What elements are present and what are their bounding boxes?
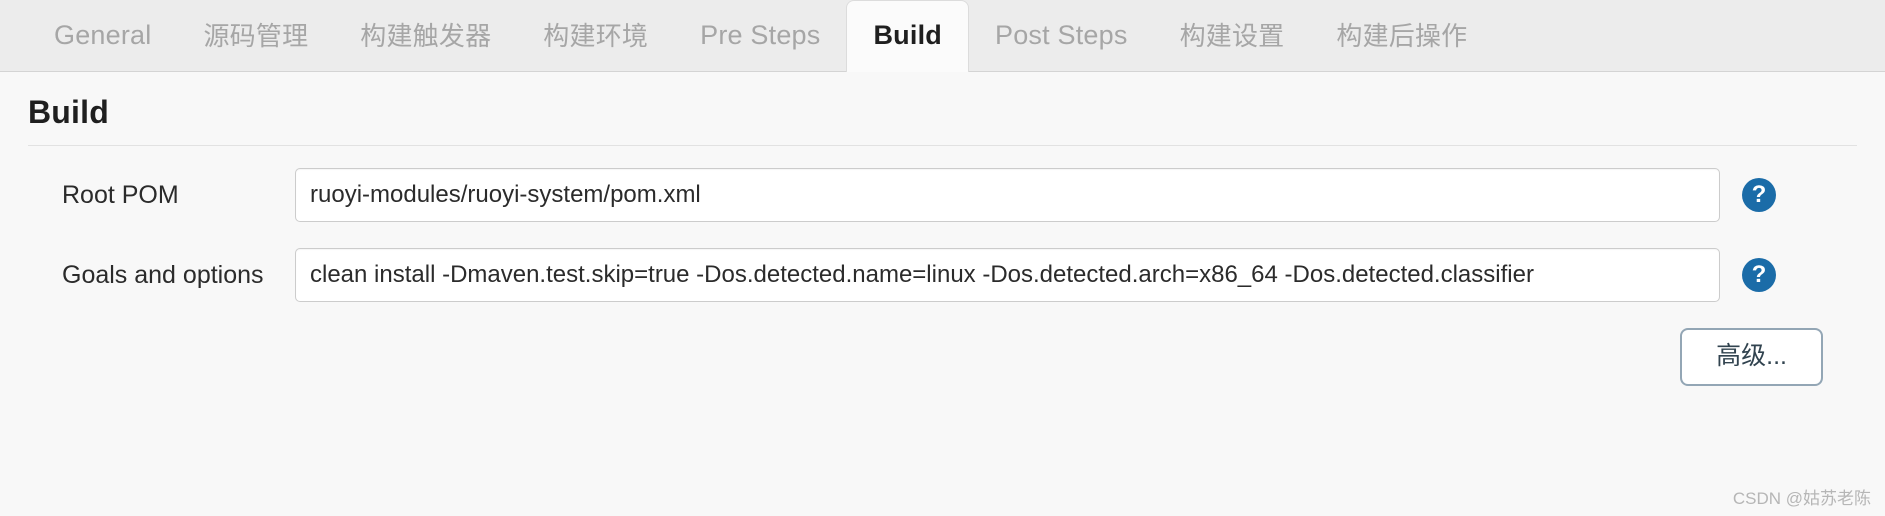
goals-and-options-row: Goals and options ?	[0, 248, 1885, 302]
form-actions: 高级...	[0, 328, 1885, 386]
advanced-button[interactable]: 高级...	[1680, 328, 1823, 386]
build-form: Root POM ? Goals and options ? 高级...	[0, 146, 1885, 386]
root-pom-row: Root POM ?	[0, 168, 1885, 222]
tab-build[interactable]: Build	[846, 0, 969, 72]
watermark: CSDN @姑苏老陈	[1732, 489, 1871, 508]
page-title: Build	[28, 94, 109, 130]
goals-and-options-field-wrap	[295, 248, 1720, 302]
goals-and-options-input[interactable]	[295, 248, 1720, 302]
help-icon[interactable]: ?	[1742, 178, 1776, 212]
root-pom-label: Root POM	[62, 180, 179, 209]
tab-post-build-actions[interactable]: 构建后操作	[1310, 23, 1493, 71]
tab-source-code-management[interactable]: 源码管理	[177, 23, 334, 71]
tab-build-triggers[interactable]: 构建触发器	[334, 23, 517, 71]
tab-build-settings[interactable]: 构建设置	[1154, 23, 1311, 71]
root-pom-input[interactable]	[295, 168, 1720, 222]
help-icon[interactable]: ?	[1742, 258, 1776, 292]
tab-build-environment[interactable]: 构建环境	[517, 23, 674, 71]
tab-pre-steps[interactable]: Pre Steps	[674, 22, 846, 71]
build-section: Build Root POM ? Goals and options ? 高级.…	[0, 72, 1885, 515]
jenkins-job-config-page: General 源码管理 构建触发器 构建环境 Pre Steps Build …	[0, 0, 1885, 516]
config-tab-bar: General 源码管理 构建触发器 构建环境 Pre Steps Build …	[0, 0, 1885, 72]
goals-and-options-label: Goals and options	[62, 260, 264, 289]
root-pom-field-wrap	[295, 168, 1720, 222]
tab-post-steps[interactable]: Post Steps	[969, 22, 1154, 71]
tab-general[interactable]: General	[28, 22, 177, 71]
